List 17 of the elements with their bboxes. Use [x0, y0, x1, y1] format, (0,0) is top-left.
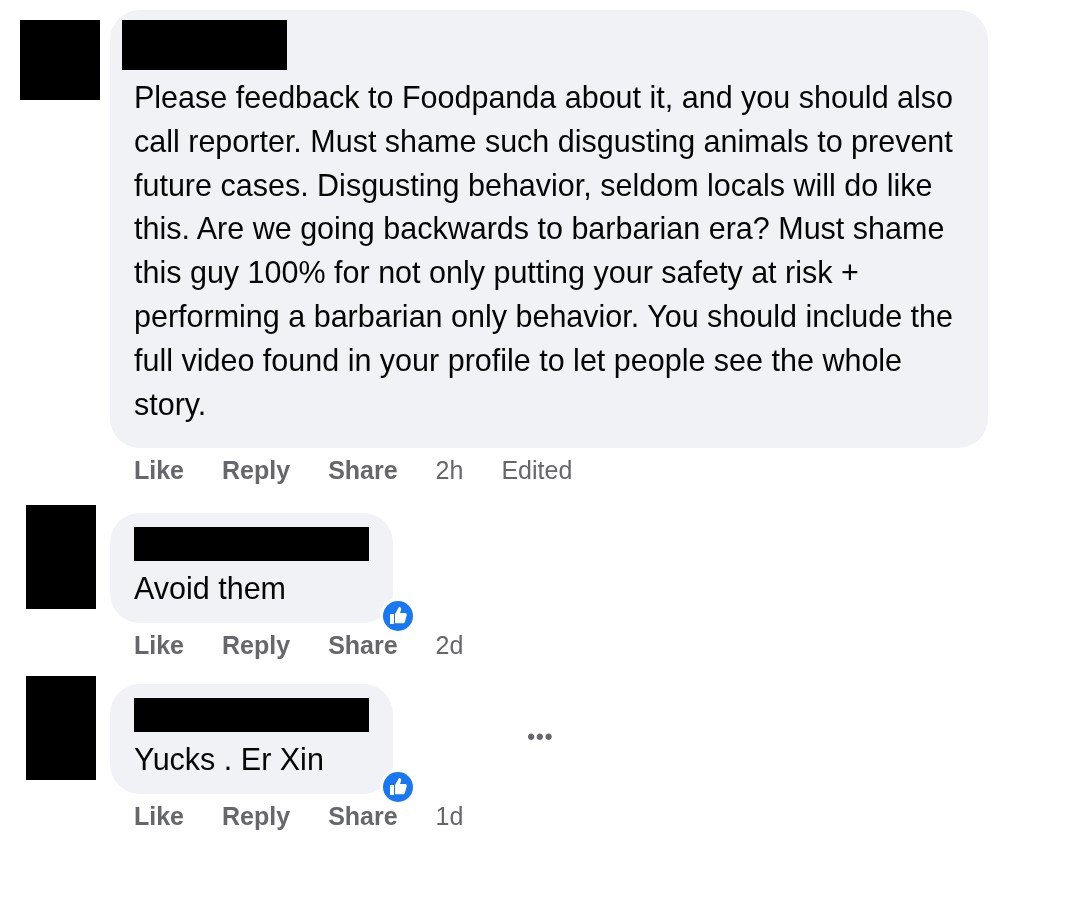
more-options-button[interactable]: ••• — [527, 724, 554, 751]
comment-action-link[interactable]: Share — [328, 801, 398, 831]
comment-time: 2d — [435, 631, 464, 661]
comment-action-link[interactable]: Share — [328, 631, 398, 661]
comment-text: Yucks . Er Xin — [134, 741, 325, 779]
comment-action-link[interactable]: Like — [134, 631, 185, 661]
comment-time: 2h — [435, 456, 464, 486]
comment-action-link[interactable]: Share — [328, 456, 398, 486]
edited-label: Edited — [501, 456, 573, 486]
comment-action-link[interactable]: Reply — [222, 801, 291, 831]
comment-time: 1d — [435, 801, 464, 831]
comment-action-link[interactable]: Like — [134, 456, 185, 486]
comment-action-link[interactable]: Like — [134, 801, 185, 831]
comment-action-link[interactable]: Reply — [222, 456, 291, 486]
comment-text: Avoid them — [134, 570, 288, 608]
comment-text: Please feedback to Foodpanda about it, and you should also call reporter. Must shame such disgusting animals to prevent future cases. Disgusting behavior, seldom locals will do like this. Are we going backwards to barbarian era? Must shame this guy 100% for not only putting your safety at risk + performing a barbarian only behavior. You should include the full video found in your profile to let people see the whole story. — [134, 79, 955, 424]
comment-action-link[interactable]: Reply — [222, 631, 291, 661]
